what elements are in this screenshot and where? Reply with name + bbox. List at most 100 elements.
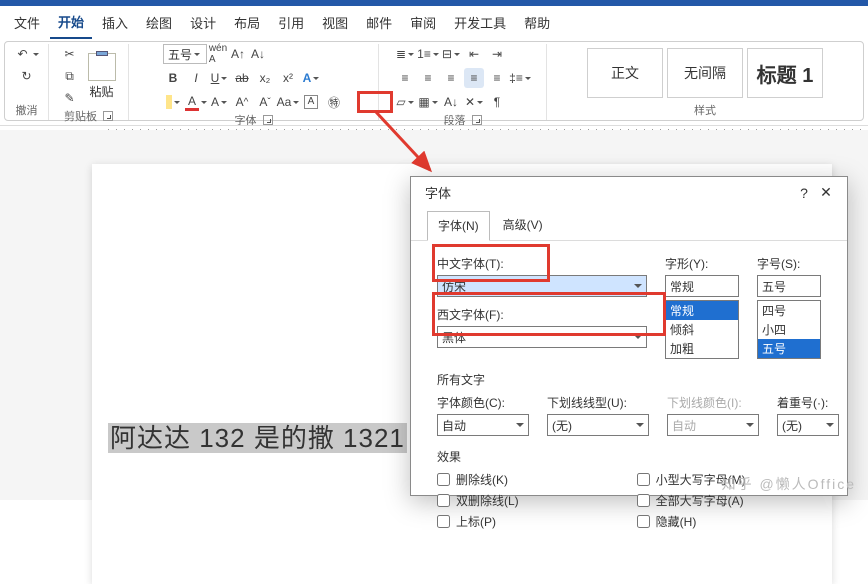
- copy-button[interactable]: ⧉: [59, 66, 81, 86]
- font-size-combo[interactable]: 五号: [163, 44, 207, 64]
- highlight-button[interactable]: [163, 92, 183, 112]
- font-size-list[interactable]: 四号 小四 五号: [757, 300, 821, 359]
- underline-style-label: 下划线线型(U):: [547, 394, 649, 411]
- shrink-font-button[interactable]: A↓: [249, 45, 267, 63]
- watermark: 知乎 @懒人Office: [722, 474, 856, 494]
- font-style-list[interactable]: 常规 倾斜 加粗: [665, 300, 739, 359]
- cut-button[interactable]: ✂: [59, 44, 81, 64]
- ribbon: ↶ ↻ 撤消 ✂ ⧉ ✎ 粘贴 剪贴板 五号 wénA: [4, 41, 864, 121]
- grow-font2[interactable]: A^: [232, 92, 252, 112]
- menu-layout[interactable]: 布局: [226, 9, 268, 38]
- numbering-button[interactable]: 1≡: [418, 44, 438, 64]
- cb-superscript[interactable]: 上标(P): [437, 513, 496, 530]
- shading-button[interactable]: ▱: [395, 92, 415, 112]
- effects-label: 效果: [437, 448, 831, 465]
- menu-ref[interactable]: 引用: [270, 9, 312, 38]
- redo-button[interactable]: ↻: [16, 66, 38, 86]
- bold-button[interactable]: B: [163, 68, 183, 88]
- menu-review[interactable]: 审阅: [402, 9, 444, 38]
- para-launcher[interactable]: [472, 115, 482, 125]
- cn-font-combo[interactable]: 仿宋: [437, 275, 647, 297]
- paste-icon: [88, 53, 116, 81]
- bullets-button[interactable]: ≣: [395, 44, 415, 64]
- change-case-button[interactable]: Aa: [278, 92, 298, 112]
- undo-icon: ↶: [15, 46, 31, 62]
- sort-button[interactable]: A↓: [441, 92, 461, 112]
- underline-color-label: 下划线颜色(I):: [667, 394, 759, 411]
- font-color-combo[interactable]: 自动: [437, 414, 529, 436]
- dialog-title: 字体: [425, 183, 793, 202]
- font-dialog: 字体 ? ✕ 字体(N) 高级(V) 中文字体(T): 仿宋 西文字体(F): …: [410, 176, 848, 496]
- redo-icon: ↻: [19, 68, 35, 84]
- phonetic-button[interactable]: wénA: [209, 45, 227, 63]
- style-normal[interactable]: 正文: [587, 48, 663, 98]
- style-nospace[interactable]: 无间隔: [667, 48, 743, 98]
- borders-button[interactable]: ▦: [418, 92, 438, 112]
- selected-text[interactable]: 阿达达 132 是的撒 1321: [108, 418, 407, 455]
- font-color-button[interactable]: A: [186, 92, 206, 112]
- paste-button[interactable]: 粘贴: [85, 51, 119, 102]
- grow-font-button[interactable]: A↑: [229, 45, 247, 63]
- char-border-icon: A: [304, 95, 318, 109]
- scissors-icon: ✂: [62, 46, 78, 62]
- menu-view[interactable]: 视图: [314, 9, 356, 38]
- menu-bar: 文件 开始 插入 绘图 设计 布局 引用 视图 邮件 审阅 开发工具 帮助: [0, 6, 868, 39]
- strike-button[interactable]: ab: [232, 68, 252, 88]
- menu-mail[interactable]: 邮件: [358, 9, 400, 38]
- clipboard-launcher[interactable]: [103, 111, 113, 121]
- cb-allcaps[interactable]: 全部大写字母(A): [637, 492, 744, 509]
- group-undo-label: 撤消: [16, 102, 38, 120]
- multilevel-button[interactable]: ⊟: [441, 44, 461, 64]
- circled-char-button[interactable]: ㊕: [324, 92, 344, 112]
- emphasis-label: 着重号(·):: [777, 394, 839, 411]
- show-marks-button[interactable]: ¶: [487, 92, 507, 112]
- brush-icon: ✎: [62, 90, 78, 106]
- emphasis-combo[interactable]: (无): [777, 414, 839, 436]
- font-size-input[interactable]: 五号: [757, 275, 821, 297]
- subscript-button[interactable]: x₂: [255, 68, 275, 88]
- undo-button[interactable]: ↶: [12, 44, 42, 64]
- cb-strike[interactable]: 删除线(K): [437, 471, 508, 488]
- menu-insert[interactable]: 插入: [94, 9, 136, 38]
- dialog-close-button[interactable]: ✕: [815, 184, 837, 201]
- menu-draw[interactable]: 绘图: [138, 9, 180, 38]
- west-font-label: 西文字体(F):: [437, 306, 647, 323]
- dialog-tab-advanced[interactable]: 高级(V): [492, 210, 554, 240]
- menu-design[interactable]: 设计: [182, 9, 224, 38]
- distribute-button[interactable]: ≡: [487, 68, 507, 88]
- align-right-button[interactable]: ≡: [441, 68, 461, 88]
- align-justify-button[interactable]: ≡: [464, 68, 484, 88]
- font-size-label: 字号(S):: [757, 255, 821, 272]
- italic-button[interactable]: I: [186, 68, 206, 88]
- style-heading1[interactable]: 标题 1: [747, 48, 823, 98]
- underline-button[interactable]: U: [209, 68, 229, 88]
- font-color-label: 字体颜色(C):: [437, 394, 529, 411]
- dialog-help-button[interactable]: ?: [793, 185, 815, 201]
- char-shading-button[interactable]: A: [209, 92, 229, 112]
- para-marks-button[interactable]: ✕: [464, 92, 484, 112]
- highlight-icon: [166, 95, 172, 109]
- menu-dev[interactable]: 开发工具: [446, 9, 514, 38]
- menu-home[interactable]: 开始: [50, 8, 92, 39]
- shrink-font2[interactable]: Aˇ: [255, 92, 275, 112]
- indent-inc-button[interactable]: ⇥: [487, 44, 507, 64]
- underline-color-combo: 自动: [667, 414, 759, 436]
- cb-hidden[interactable]: 隐藏(H): [637, 513, 697, 530]
- cb-double-strike[interactable]: 双删除线(L): [437, 492, 519, 509]
- cn-font-label: 中文字体(T):: [437, 255, 647, 272]
- indent-dec-button[interactable]: ⇤: [464, 44, 484, 64]
- west-font-combo[interactable]: 黑体: [437, 326, 647, 348]
- font-launcher[interactable]: [263, 115, 273, 125]
- dialog-tab-font[interactable]: 字体(N): [427, 211, 490, 241]
- underline-style-combo[interactable]: (无): [547, 414, 649, 436]
- menu-file[interactable]: 文件: [6, 9, 48, 38]
- align-left-button[interactable]: ≡: [395, 68, 415, 88]
- line-spacing-button[interactable]: ‡≡: [510, 68, 530, 88]
- align-center-button[interactable]: ≡: [418, 68, 438, 88]
- superscript-button[interactable]: x²: [278, 68, 298, 88]
- text-effects-button[interactable]: A: [301, 68, 321, 88]
- format-painter-button[interactable]: ✎: [59, 88, 81, 108]
- font-style-input[interactable]: 常规: [665, 275, 739, 297]
- menu-help[interactable]: 帮助: [516, 9, 558, 38]
- char-border-button[interactable]: A: [301, 92, 321, 112]
